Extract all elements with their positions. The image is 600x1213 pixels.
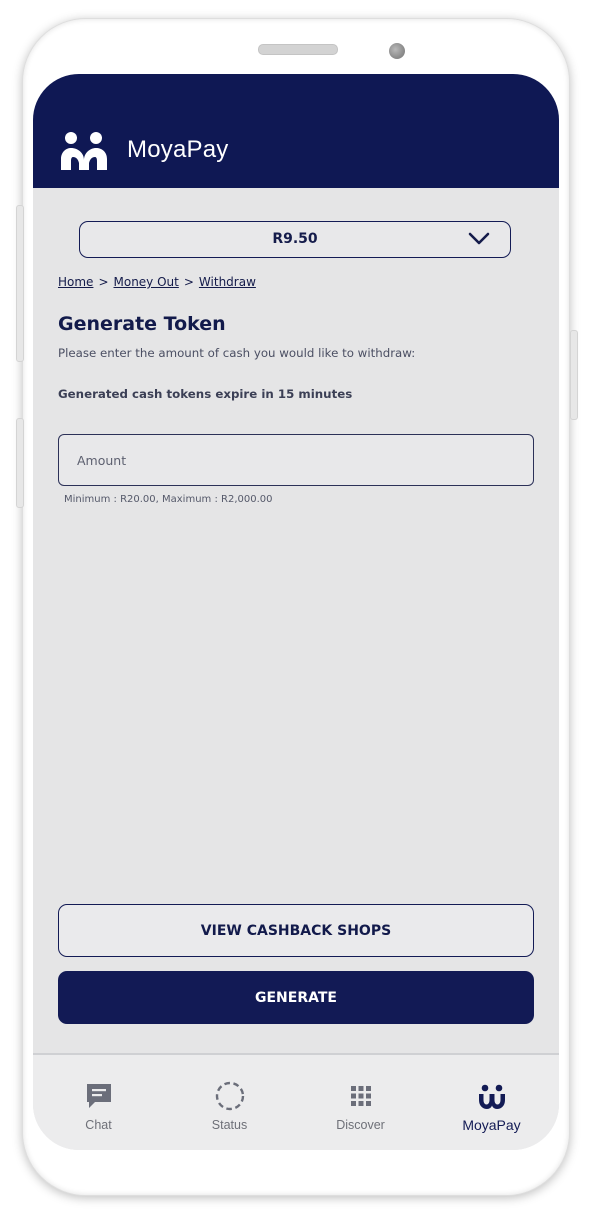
breadcrumb-withdraw[interactable]: Withdraw <box>199 275 256 289</box>
phone-camera <box>389 43 405 59</box>
tab-moyapay[interactable]: MoyaPay <box>426 1055 557 1150</box>
token-expiry-note: Generated cash tokens expire in 15 minut… <box>58 387 353 401</box>
app-title: MoyaPay <box>127 136 229 163</box>
view-cashback-shops-button[interactable]: VIEW CASHBACK SHOPS <box>58 904 534 957</box>
page-title: Generate Token <box>58 313 226 335</box>
moyapay-logo-icon <box>61 132 107 170</box>
phone-side-button-silent <box>16 205 24 362</box>
generate-button[interactable]: GENERATE <box>58 971 534 1024</box>
amount-input[interactable] <box>58 434 534 486</box>
grid-icon <box>350 1086 371 1106</box>
tab-label: Discover <box>336 1118 385 1132</box>
phone-side-button-volume <box>16 418 24 508</box>
breadcrumb-separator: > <box>183 275 194 289</box>
page-subtitle: Please enter the amount of cash you woul… <box>58 346 416 360</box>
phone-side-button-power <box>570 330 578 420</box>
breadcrumb-separator: > <box>98 275 109 289</box>
tab-label: Status <box>211 1118 248 1132</box>
balance-value: R9.50 <box>272 231 318 247</box>
moyapay-icon <box>478 1084 505 1109</box>
breadcrumb-home[interactable]: Home <box>58 275 93 289</box>
balance-dropdown[interactable]: R9.50 <box>79 221 511 258</box>
phone-speaker <box>258 44 338 55</box>
tab-chat[interactable]: Chat <box>33 1055 164 1150</box>
tab-label: Chat <box>85 1118 112 1132</box>
tab-status[interactable]: Status <box>164 1055 295 1150</box>
breadcrumb: Home > Money Out > Withdraw <box>58 275 256 289</box>
app-screen: MoyaPay R9.50 Home > Money Out > Withdraw Ge… <box>33 74 559 1150</box>
bottom-tab-bar: Chat Status Discover MoyaPay <box>33 1053 559 1150</box>
tab-label: MoyaPay <box>462 1117 521 1133</box>
amount-limits-hint: Minimum : R20.00, Maximum : R2,000.00 <box>64 494 273 505</box>
app-header: MoyaPay <box>33 74 559 188</box>
tab-discover[interactable]: Discover <box>295 1055 426 1150</box>
status-icon <box>215 1081 244 1111</box>
breadcrumb-money-out[interactable]: Money Out <box>114 275 179 289</box>
chevron-down-icon <box>468 232 490 245</box>
chat-icon <box>86 1084 111 1108</box>
